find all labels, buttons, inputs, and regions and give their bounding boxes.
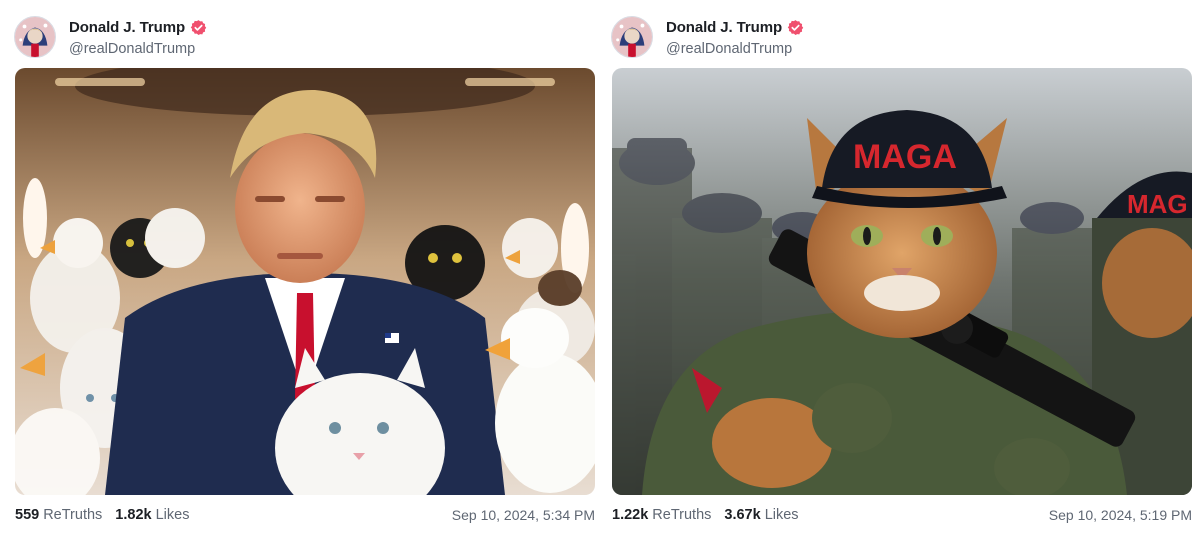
retruths-count: 559 (15, 507, 40, 523)
post-timestamp[interactable]: Sep 10, 2024, 5:19 PM (1049, 507, 1192, 523)
author-display-name[interactable]: Donald J. Trump (69, 19, 185, 36)
verified-badge-icon (190, 19, 207, 36)
likes-count: 3.67k (724, 507, 761, 523)
retruths-label: ReTruths (652, 507, 712, 523)
cap-text: MAGA (853, 138, 957, 176)
author-handle[interactable]: @realDonaldTrump (666, 41, 804, 57)
avatar[interactable] (611, 16, 653, 58)
author-display-name[interactable]: Donald J. Trump (666, 19, 782, 36)
likes-label: Likes (764, 507, 799, 523)
retruths-stat[interactable]: 1.22k ReTruths (612, 507, 711, 523)
retruths-label: ReTruths (43, 507, 103, 523)
avatar-image (15, 17, 55, 57)
post-header: Donald J. Trump @realDonaldTrump (611, 14, 804, 60)
avatar-image (612, 17, 652, 57)
author-handle[interactable]: @realDonaldTrump (69, 41, 207, 57)
post-image[interactable]: MAG MAGA (612, 68, 1192, 495)
likes-stat[interactable]: 1.82k Likes (115, 507, 189, 523)
retruths-count: 1.22k (612, 507, 649, 523)
likes-label: Likes (155, 507, 190, 523)
avatar[interactable] (14, 16, 56, 58)
post-footer: 559 ReTruths 1.82k Likes Sep 10, 2024, 5… (15, 504, 595, 526)
post-card[interactable]: Donald J. Trump @realDonaldTrump (14, 0, 595, 536)
post-image[interactable] (15, 68, 595, 495)
post-card[interactable]: Donald J. Trump @realDonaldTrump (611, 0, 1192, 536)
post-header: Donald J. Trump @realDonaldTrump (14, 14, 207, 60)
likes-stat[interactable]: 3.67k Likes (724, 507, 798, 523)
verified-badge-icon (787, 19, 804, 36)
likes-count: 1.82k (115, 507, 152, 523)
retruths-stat[interactable]: 559 ReTruths (15, 507, 102, 523)
post-footer: 1.22k ReTruths 3.67k Likes Sep 10, 2024,… (612, 504, 1192, 526)
image-icon (15, 68, 595, 495)
image-icon: MAG MAGA (612, 68, 1192, 495)
post-timestamp[interactable]: Sep 10, 2024, 5:34 PM (452, 507, 595, 523)
secondary-cap-text: MAG (1127, 189, 1188, 219)
